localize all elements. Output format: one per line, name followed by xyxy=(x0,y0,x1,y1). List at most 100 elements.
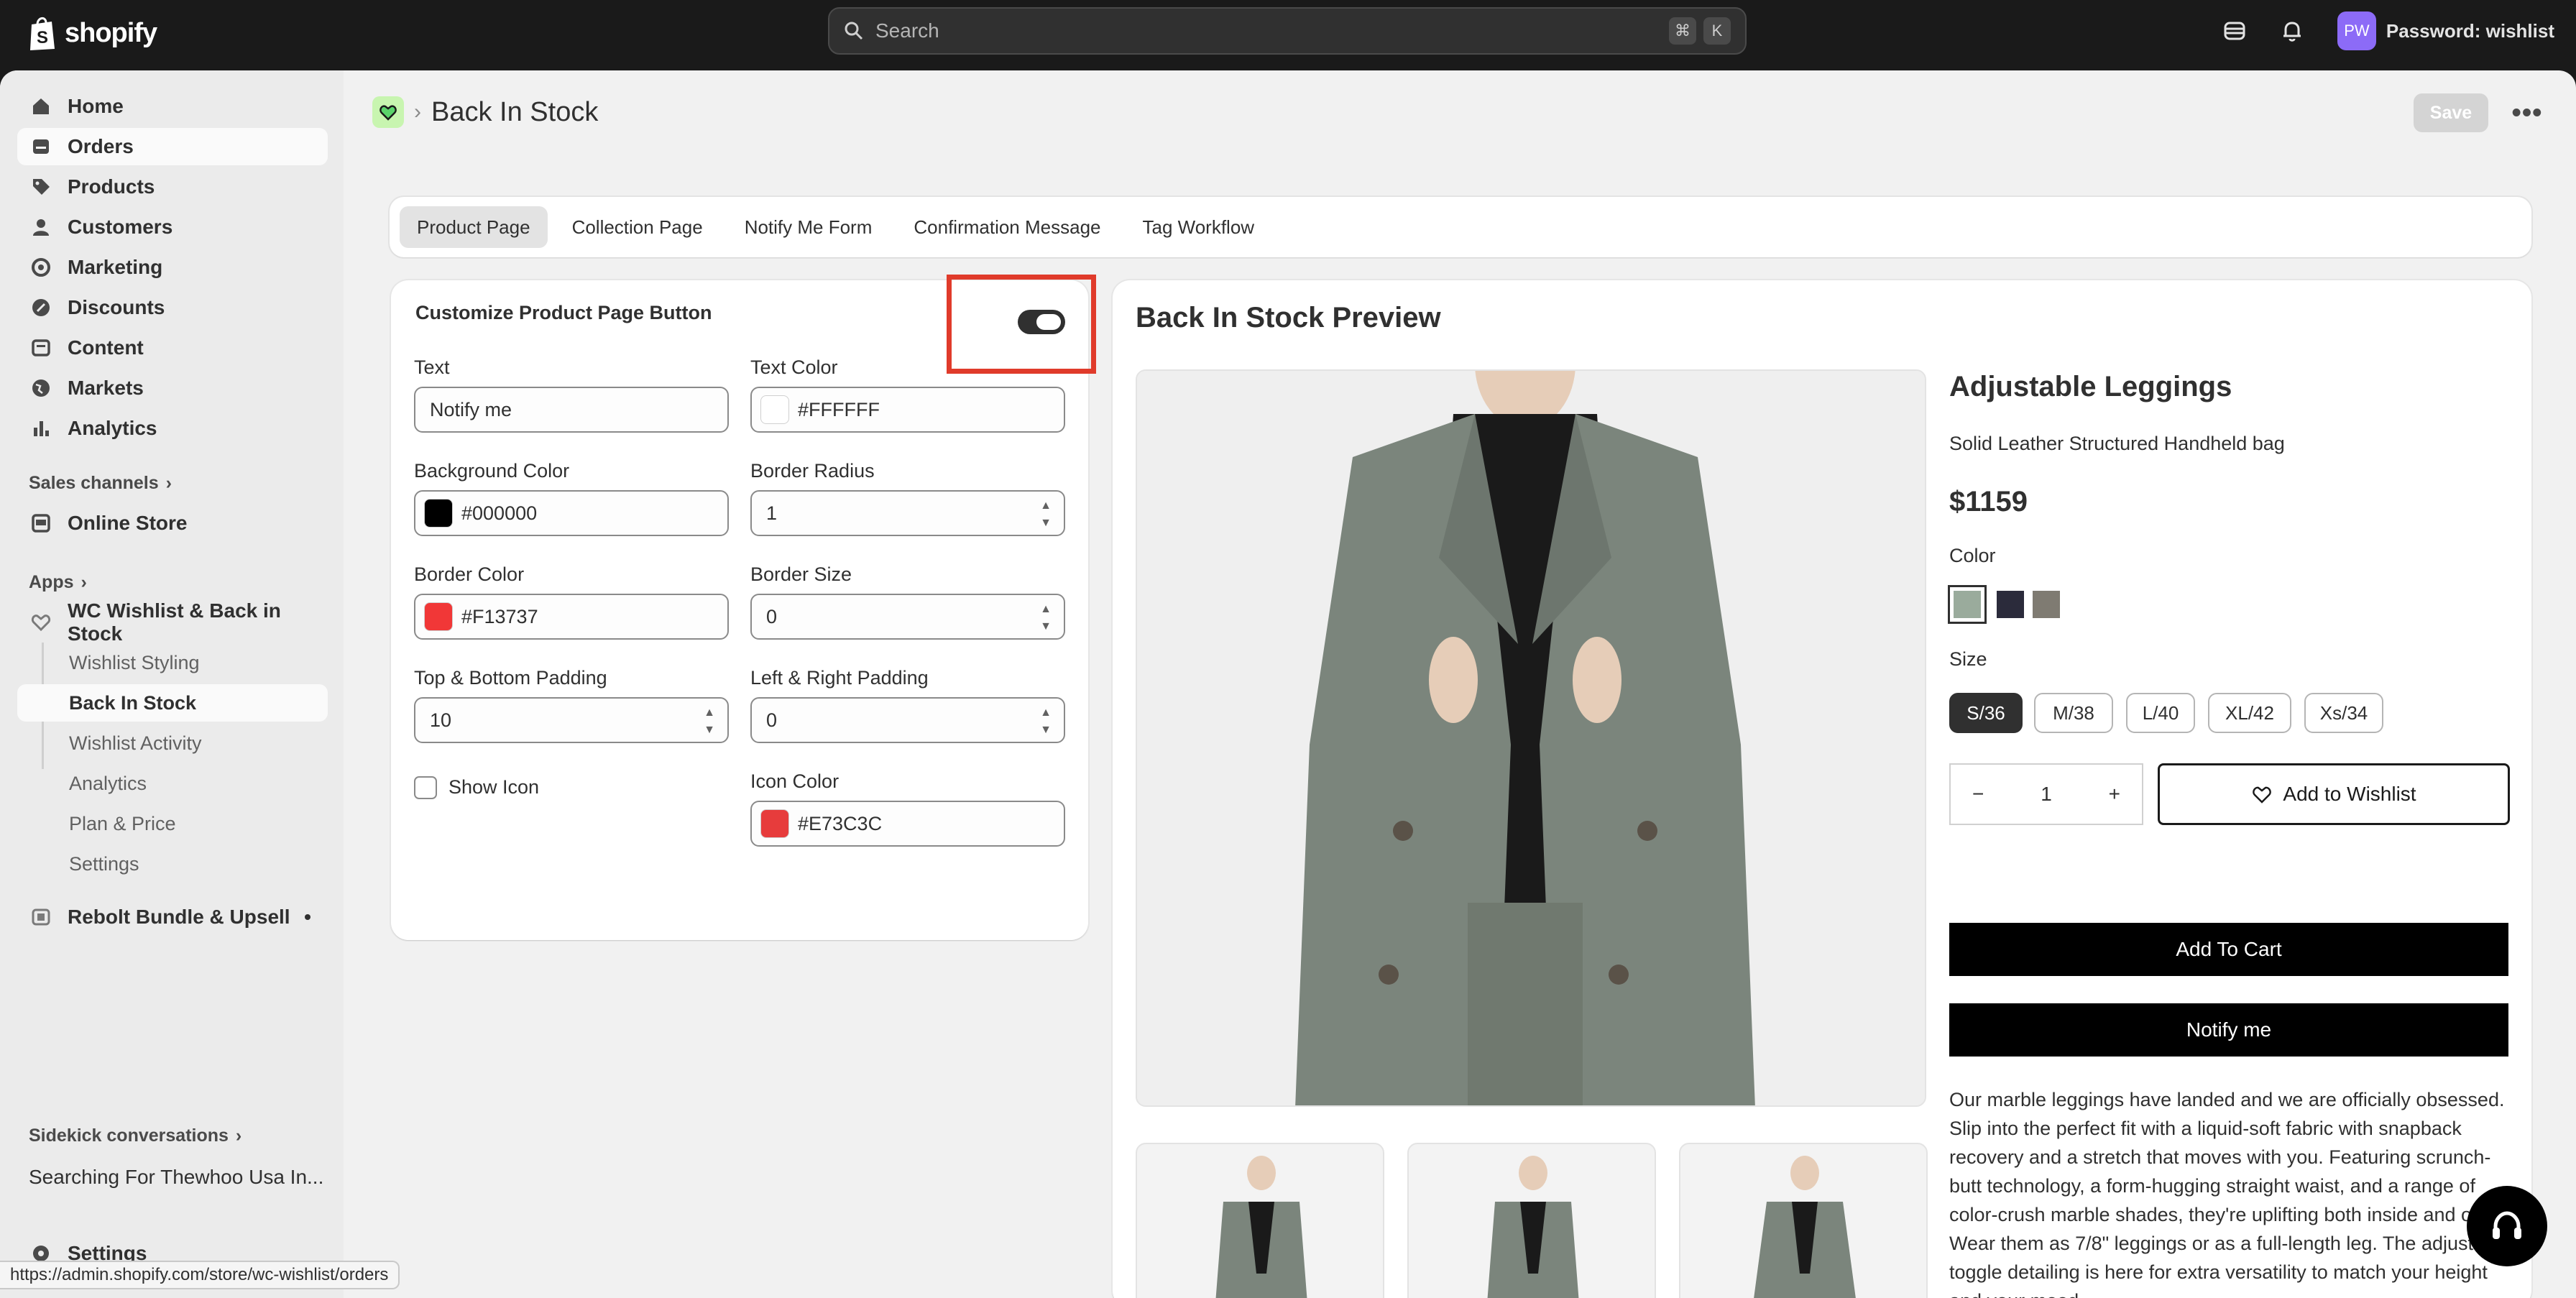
sidebar-item-online-store[interactable]: Online Store xyxy=(17,505,328,542)
size-option[interactable]: S/36 xyxy=(1949,693,2023,733)
tab-confirmation-message[interactable]: Confirmation Message xyxy=(896,206,1118,248)
stepper-up-icon[interactable]: ▲ xyxy=(1038,602,1054,617)
more-actions-icon[interactable]: ••• xyxy=(2508,96,2546,129)
sidebar-subitem-wishlist-styling[interactable]: Wishlist Styling xyxy=(17,644,328,681)
sidekick-conversation[interactable]: Searching For Thewhoo Usa In... xyxy=(29,1166,323,1189)
stepper-up-icon[interactable]: ▲ xyxy=(1038,706,1054,720)
text-field[interactable]: Notify me xyxy=(414,387,729,433)
color-option-taupe[interactable] xyxy=(2033,591,2060,618)
sidebar-item-wc-wishlist[interactable]: WC Wishlist & Back in Stock xyxy=(17,599,328,645)
sidebar-item-customers[interactable]: Customers xyxy=(17,208,328,246)
color-option-navy[interactable] xyxy=(1997,591,2024,618)
sales-channels-label: Sales channels xyxy=(29,473,159,493)
lr-padding-field[interactable]: 0 ▲ ▼ xyxy=(750,697,1065,743)
sidebar-subitem-wishlist-activity[interactable]: Wishlist Activity xyxy=(17,724,328,762)
sidebar-item-products[interactable]: Products xyxy=(17,168,328,206)
show-icon-checkbox[interactable] xyxy=(414,776,437,799)
sidebar-item-orders[interactable]: Orders xyxy=(17,128,328,165)
home-icon xyxy=(33,98,49,114)
plus-icon[interactable]: + xyxy=(2109,783,2120,806)
bg-color-field[interactable]: #000000 xyxy=(414,490,729,536)
sidebar: Home Orders Products Customers Marketing… xyxy=(0,70,344,1298)
shortcut-k-key: K xyxy=(1703,17,1731,45)
tab-notify-me-form[interactable]: Notify Me Form xyxy=(727,206,890,248)
subitem-label: Plan & Price xyxy=(69,812,176,834)
number-stepper[interactable]: ▲ ▼ xyxy=(1038,499,1054,530)
minus-icon[interactable]: − xyxy=(1972,783,1984,806)
save-button[interactable]: Save xyxy=(2414,93,2488,132)
tb-padding-field[interactable]: 10 ▲ ▼ xyxy=(414,697,729,743)
notify-me-button[interactable]: Notify me xyxy=(1949,1003,2508,1057)
size-option[interactable]: Xs/34 xyxy=(2304,693,2383,733)
border-radius-field[interactable]: 1 ▲ ▼ xyxy=(750,490,1065,536)
number-stepper[interactable]: ▲ ▼ xyxy=(702,706,717,737)
support-chat-button[interactable] xyxy=(2467,1186,2547,1266)
sidebar-item-home[interactable]: Home xyxy=(17,88,328,125)
sidekick-heading[interactable]: Sidekick conversations › xyxy=(29,1126,242,1146)
stepper-down-icon[interactable]: ▼ xyxy=(702,723,717,737)
sidebar-item-content[interactable]: Content xyxy=(17,329,328,367)
text-label: Text xyxy=(414,356,450,378)
tab-tag-workflow[interactable]: Tag Workflow xyxy=(1126,206,1272,248)
sales-channels-heading[interactable]: Sales channels › xyxy=(29,473,172,494)
bg-color-value: #000000 xyxy=(461,502,538,524)
shopify-logo[interactable]: S shopify xyxy=(27,14,157,52)
color-swatch[interactable] xyxy=(424,602,453,631)
sidebar-item-label: Products xyxy=(68,175,155,198)
sidebar-item-analytics[interactable]: Analytics xyxy=(17,410,328,447)
color-swatch[interactable] xyxy=(760,395,789,424)
bell-icon[interactable] xyxy=(2280,19,2304,43)
sidebar-subitem-settings[interactable]: Settings xyxy=(17,845,328,883)
sidebar-item-discounts[interactable]: Discounts xyxy=(17,289,328,326)
sidebar-item-rebolt[interactable]: Rebolt Bundle & Upsell xyxy=(17,898,328,936)
stepper-down-icon[interactable]: ▼ xyxy=(1038,723,1054,737)
color-option-sage[interactable] xyxy=(1948,585,1987,624)
bg-color-label: Background Color xyxy=(414,460,570,482)
product-description: Our marble leggings have landed and we a… xyxy=(1949,1089,2511,1298)
stepper-down-icon[interactable]: ▼ xyxy=(1038,620,1054,634)
border-radius-label: Border Radius xyxy=(750,460,875,482)
sidebar-subitem-plan-price[interactable]: Plan & Price xyxy=(17,805,328,842)
text-color-field[interactable]: #FFFFFF xyxy=(750,387,1065,433)
sidebar-item-label: Customers xyxy=(68,216,173,238)
stepper-up-icon[interactable]: ▲ xyxy=(1038,499,1054,513)
model-thumbnail-image xyxy=(1487,1156,1579,1298)
stepper-down-icon[interactable]: ▼ xyxy=(1038,516,1054,530)
color-swatch[interactable] xyxy=(760,809,789,838)
border-size-label: Border Size xyxy=(750,563,852,585)
product-thumbnail[interactable] xyxy=(1407,1143,1656,1298)
sidekick-icon[interactable] xyxy=(2222,19,2247,43)
sidebar-subitem-back-in-stock[interactable]: Back In Stock xyxy=(17,684,328,722)
product-thumbnail[interactable] xyxy=(1136,1143,1384,1298)
box-app-icon xyxy=(32,908,50,926)
number-stepper[interactable]: ▲ ▼ xyxy=(1038,706,1054,737)
subitem-label: Back In Stock xyxy=(69,691,197,714)
border-color-field[interactable]: #F13737 xyxy=(414,594,729,640)
apps-heading[interactable]: Apps › xyxy=(29,572,87,593)
store-menu[interactable]: PW Password: wishlist xyxy=(2337,11,2554,50)
icon-color-field[interactable]: #E73C3C xyxy=(750,801,1065,847)
add-to-cart-button[interactable]: Add To Cart xyxy=(1949,923,2508,976)
sidebar-item-marketing[interactable]: Marketing xyxy=(17,249,328,286)
size-option[interactable]: XL/42 xyxy=(2208,693,2291,733)
color-swatch[interactable] xyxy=(424,499,453,528)
add-to-wishlist-button[interactable]: Add to Wishlist xyxy=(2158,763,2510,825)
border-size-value: 0 xyxy=(766,605,778,627)
tab-collection-page[interactable]: Collection Page xyxy=(555,206,720,248)
app-icon[interactable] xyxy=(372,96,404,128)
tab-bar: Product Page Collection Page Notify Me F… xyxy=(390,197,2531,257)
border-size-field[interactable]: 0 ▲ ▼ xyxy=(750,594,1065,640)
pin-dot xyxy=(305,914,310,920)
search-input[interactable]: Search ⌘ K xyxy=(828,7,1747,55)
product-main-image[interactable] xyxy=(1136,369,1926,1107)
tab-product-page[interactable]: Product Page xyxy=(400,206,548,248)
admin-frame: Home Orders Products Customers Marketing… xyxy=(0,70,2576,1298)
quantity-stepper[interactable]: − 1 + xyxy=(1949,763,2143,825)
sidebar-item-markets[interactable]: Markets xyxy=(17,369,328,407)
size-option[interactable]: M/38 xyxy=(2034,693,2113,733)
product-thumbnail[interactable] xyxy=(1679,1143,1928,1298)
size-option[interactable]: L/40 xyxy=(2126,693,2195,733)
number-stepper[interactable]: ▲ ▼ xyxy=(1038,602,1054,634)
sidebar-subitem-analytics[interactable]: Analytics xyxy=(17,765,328,802)
stepper-up-icon[interactable]: ▲ xyxy=(702,706,717,720)
